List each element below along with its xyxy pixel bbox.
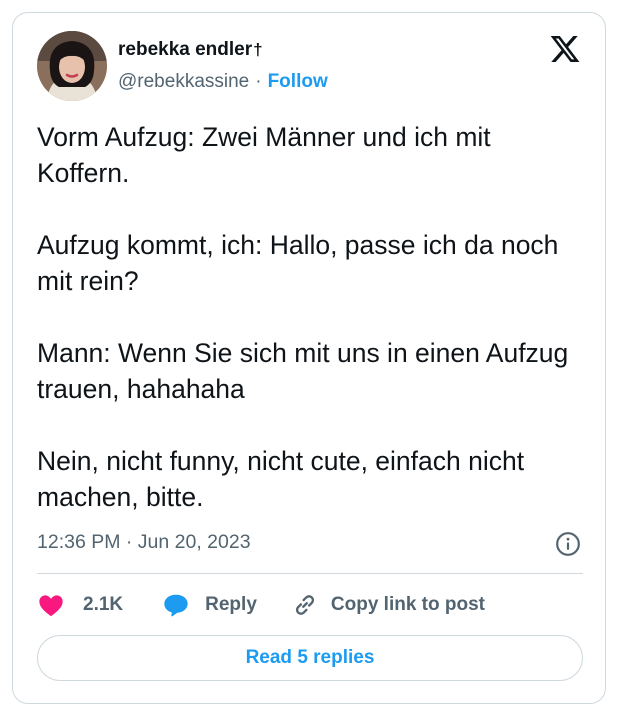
avatar-image (37, 31, 107, 101)
author-name-row[interactable]: rebekka endler † (118, 39, 263, 61)
copy-link-label: Copy link to post (330, 594, 485, 615)
copy-link-button[interactable]: Copy link to post (291, 591, 485, 619)
x-logo-icon[interactable] (549, 33, 581, 65)
tweet-card: rebekka endler † @rebekkassine · Follow … (12, 12, 606, 704)
tweet-paragraph: Mann: Wenn Sie sich mit uns in einen Auf… (37, 338, 569, 404)
tweet-paragraph: Nein, nicht funny, nicht cute, einfach n… (37, 446, 525, 512)
reply-button[interactable]: Reply (161, 591, 257, 619)
author-handle[interactable]: @rebekkassine (118, 71, 249, 93)
tweet-text: Vorm Aufzug: Zwei Männer und ich mit Kof… (37, 119, 587, 515)
author-handle-row: @rebekkassine · Follow (118, 71, 328, 93)
separator-dot: · (255, 71, 262, 92)
info-icon[interactable] (555, 531, 581, 557)
avatar[interactable] (37, 31, 107, 101)
read-replies-label: Read 5 replies (245, 647, 375, 668)
tweet-paragraph: Aufzug kommt, ich: Hallo, passe ich da n… (37, 230, 559, 296)
reply-label: Reply (205, 594, 257, 615)
author-name[interactable]: rebekka endler (118, 39, 252, 61)
link-icon (295, 595, 314, 615)
tweet-paragraph: Vorm Aufzug: Zwei Männer und ich mit Kof… (37, 122, 491, 188)
divider (37, 573, 583, 574)
like-button[interactable]: 2.1K (37, 591, 123, 619)
read-replies-button[interactable]: Read 5 replies (37, 635, 583, 681)
heart-icon (39, 595, 63, 617)
name-glyph: † (253, 40, 263, 59)
speech-bubble-icon (164, 594, 188, 617)
follow-button[interactable]: Follow (268, 71, 328, 93)
tweet-timestamp[interactable]: 12:36 PM · Jun 20, 2023 (37, 531, 251, 554)
like-count: 2.1K (83, 594, 124, 615)
action-bar: 2.1K Reply Copy link to post (37, 587, 485, 623)
